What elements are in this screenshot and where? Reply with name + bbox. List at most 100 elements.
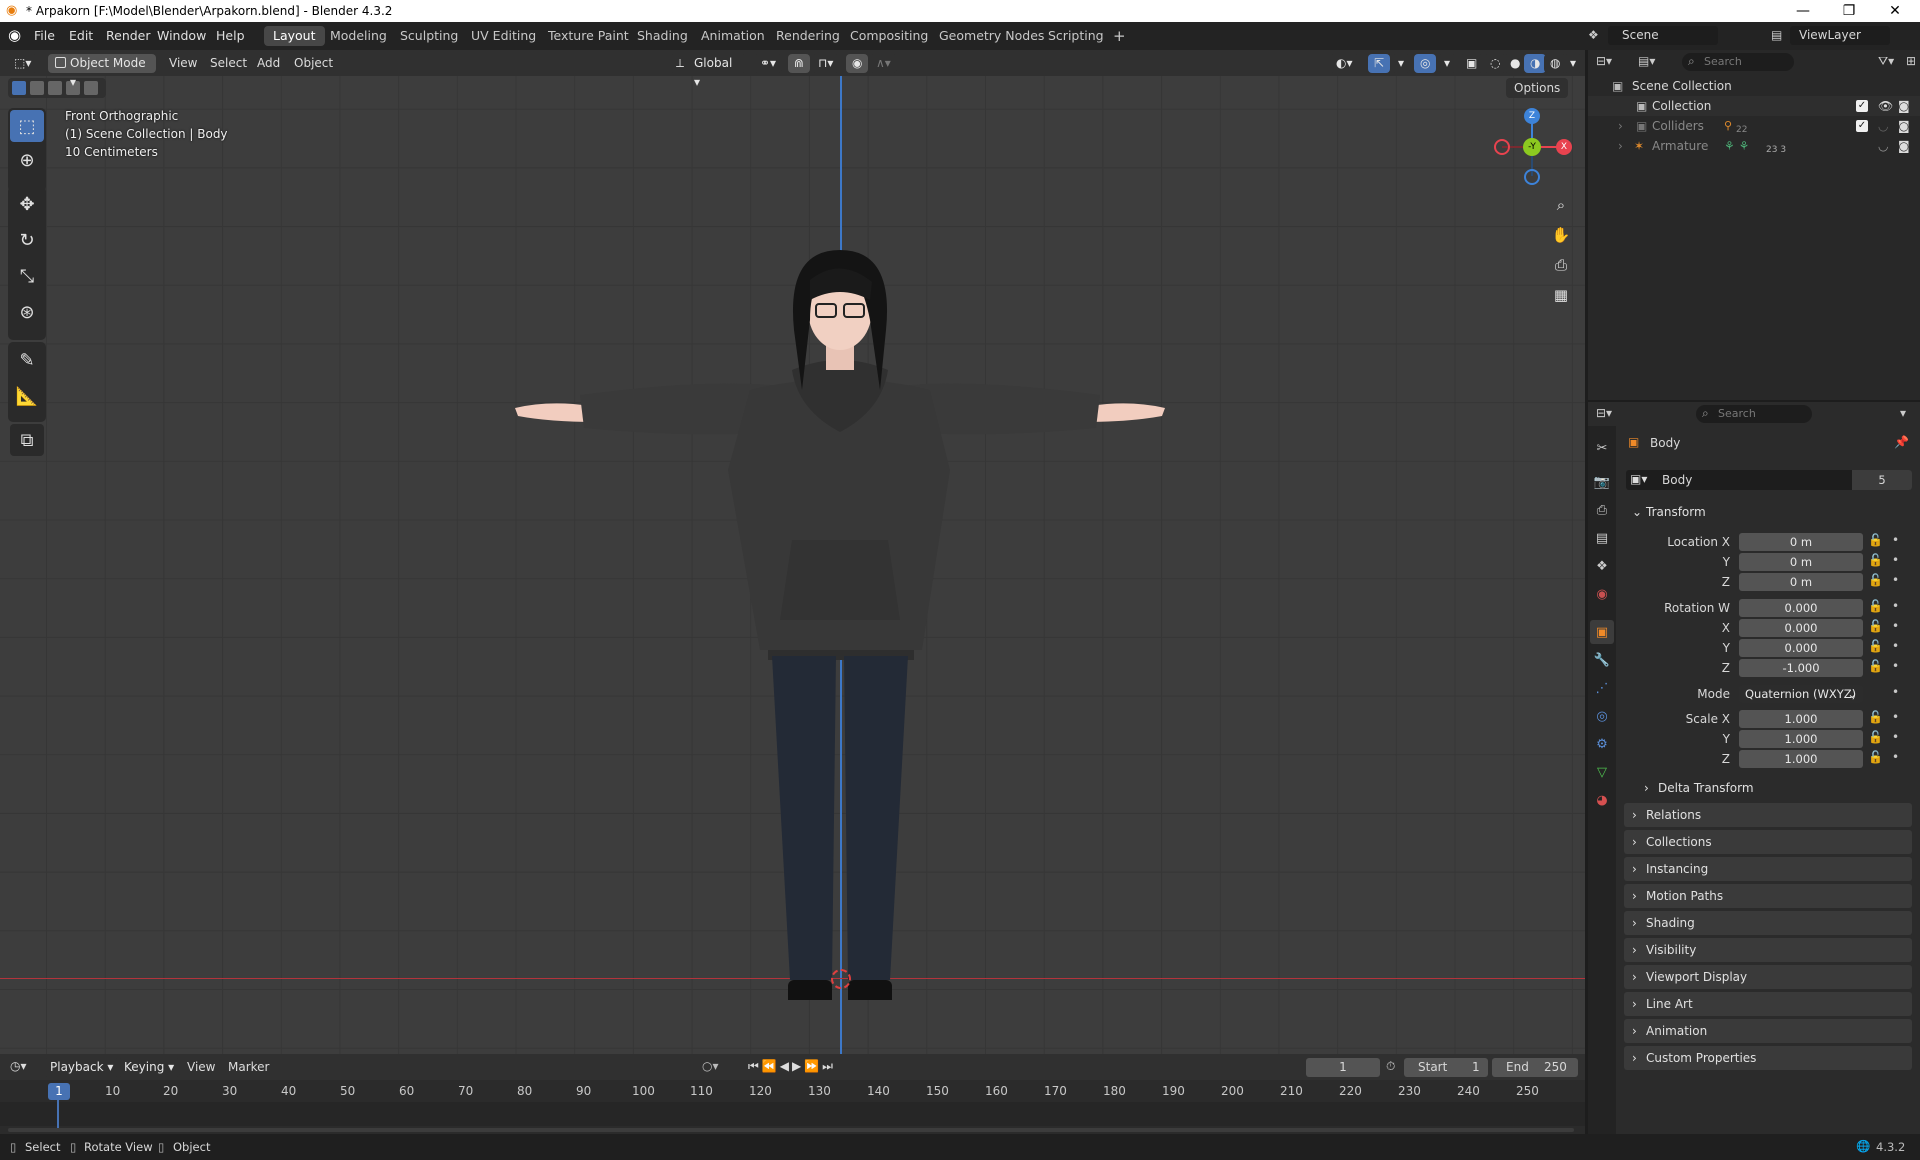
world-tab-icon[interactable]: ◉ [1590,582,1614,606]
eye-closed-icon[interactable]: ◡ [1878,116,1888,136]
viewport-menu-view[interactable]: View [169,56,197,70]
cursor-tool-icon[interactable]: ⊕ [10,144,44,176]
transform-panel-header[interactable]: ⌄ Transform [1624,500,1912,524]
physics-tab-icon[interactable]: ◎ [1590,704,1614,728]
measure-tool-icon[interactable]: 📐 [10,380,44,412]
lock-icon[interactable]: 🔓 [1868,599,1883,613]
render-tab-icon[interactable]: 📷 [1590,470,1614,494]
location-x-field[interactable]: 0 m [1739,533,1863,551]
snap-target-icon[interactable]: ⊓▾ [812,54,840,73]
keyframe-dot-icon[interactable]: • [1892,573,1899,587]
overlay-dropdown-icon[interactable]: ▾ [1438,54,1457,73]
move-tool-icon[interactable]: ✥ [10,188,44,220]
timeline-menu-view[interactable]: View [187,1060,215,1074]
keyframe-dot-icon[interactable]: • [1892,619,1899,633]
blender-menu-icon[interactable]: ◉ [8,26,21,44]
outliner-row-scene-collection[interactable]: ▣ Scene Collection [1588,76,1920,96]
timeline-scrollbar[interactable] [8,1128,1574,1132]
visibility-icon[interactable]: ◐▾ [1330,54,1359,73]
menu-help[interactable]: Help [216,28,245,43]
gizmo-x[interactable]: X [1556,139,1572,155]
gizmo-toggle-icon[interactable]: ⇱ [1368,54,1391,73]
rotation-w-field[interactable]: 0.000 [1739,599,1863,617]
display-mode-icon[interactable]: ▤▾ [1638,54,1655,68]
location-z-field[interactable]: 0 m [1739,573,1863,591]
tab-uv-editing[interactable]: UV Editing [462,26,545,46]
tab-texture-paint[interactable]: Texture Paint [539,26,638,46]
keyframe-dot-icon[interactable]: • [1892,685,1899,699]
3d-viewport[interactable]: Front Orthographic (1) Scene Collection … [0,50,1585,1054]
current-frame-field[interactable]: 1 [1306,1058,1380,1077]
lock-icon[interactable]: 🔓 [1868,533,1883,547]
rotate-tool-icon[interactable]: ↻ [10,224,44,256]
stopwatch-icon[interactable]: ⏱ [1386,1059,1395,1074]
keyframe-dot-icon[interactable]: • [1892,730,1899,744]
menu-window[interactable]: Window [157,28,206,43]
outliner-editor-type-icon[interactable]: ⊟▾ [1596,54,1612,68]
pan-hand-icon[interactable]: ✋ [1548,222,1574,248]
timeline-menu-keying[interactable]: Keying ▾ [118,1058,181,1077]
object-tab-icon[interactable]: ▣ [1590,620,1614,644]
maximize-button[interactable]: ❐ [1826,0,1872,22]
panel-relations[interactable]: › Relations [1624,803,1912,827]
keyframe-dot-icon[interactable]: • [1892,639,1899,653]
select-box-tool-icon[interactable]: ⬚ [10,110,44,142]
keyframe-dot-icon[interactable]: • [1892,553,1899,567]
gizmo-dropdown-icon[interactable]: ▾ [1392,54,1411,73]
select-subtract-icon[interactable] [48,81,62,95]
xray-icon[interactable]: ▣ [1460,54,1484,73]
tab-geometry-nodes[interactable]: Geometry Nodes [930,26,1053,46]
outliner-search-input[interactable]: ⌕ Search [1682,53,1794,71]
shading-dropdown-icon[interactable]: ▾ [1564,54,1583,73]
viewport-menu-select[interactable]: Select [210,56,247,70]
scale-z-field[interactable]: 1.000 [1739,750,1863,768]
exclude-checkbox[interactable]: ✓ [1856,100,1868,112]
add-cube-tool-icon[interactable]: ⧉ [10,424,44,456]
tab-scripting[interactable]: Scripting [1039,26,1113,46]
scale-x-field[interactable]: 1.000 [1739,710,1863,728]
object-datablock-selector[interactable]: ▣▾ Body 5 [1626,470,1912,490]
viewport-menu-add[interactable]: Add [257,56,280,70]
outliner-row-armature[interactable]: › ✶ Armature ⚘ ⚘ 23 3 ◡ ◙ [1588,136,1920,156]
select-intersect-icon[interactable] [84,81,98,95]
keyframe-dot-icon[interactable]: • [1892,599,1899,613]
data-tab-icon[interactable]: ▽ [1590,760,1614,784]
lock-icon[interactable]: 🔓 [1868,710,1883,724]
select-new-icon[interactable] [12,81,26,95]
material-tab-icon[interactable]: ◕ [1590,788,1614,812]
timeline-menu-marker[interactable]: Marker [228,1060,269,1074]
keyframe-dot-icon[interactable]: • [1892,533,1899,547]
panel-visibility[interactable]: › Visibility [1624,938,1912,962]
keyframe-dot-icon[interactable]: • [1892,710,1899,724]
view-layer-tab-icon[interactable]: ▤ [1590,526,1614,550]
view-layer-selector[interactable]: ViewLayer [1790,26,1890,45]
rotation-mode-dropdown[interactable]: Quaternion (WXYZ) ⌄ [1739,685,1863,703]
pivot-icon[interactable]: ⚭▾ [754,54,783,73]
camera-view-icon[interactable]: ⎙ [1548,252,1574,278]
tool-tab-icon[interactable]: ✂ [1590,436,1614,460]
panel-collections[interactable]: › Collections [1624,830,1912,854]
rotation-x-field[interactable]: 0.000 [1739,619,1863,637]
menu-file[interactable]: File [34,28,55,43]
gizmo-neg-y[interactable]: -Y [1523,138,1541,156]
lock-icon[interactable]: 🔓 [1868,659,1883,673]
auto-keying-icon[interactable]: ○▾ [702,1059,719,1073]
constraints-tab-icon[interactable]: ⚙ [1590,732,1614,756]
3d-cursor-icon[interactable] [831,969,851,989]
object-type-icon[interactable]: ▣▾ [1630,472,1647,486]
transform-tool-icon[interactable]: ⊛ [10,296,44,328]
panel-instancing[interactable]: › Instancing [1624,857,1912,881]
location-y-field[interactable]: 0 m [1739,553,1863,571]
gizmo-z[interactable]: Z [1524,108,1540,124]
lock-icon[interactable]: 🔓 [1868,619,1883,633]
modifier-tab-icon[interactable]: 🔧 [1590,648,1614,672]
user-count[interactable]: 5 [1852,470,1912,490]
eye-closed-icon[interactable]: ◡ [1878,136,1888,156]
close-button[interactable]: ✕ [1872,0,1918,22]
options-dropdown[interactable]: Options [1506,78,1569,98]
particles-tab-icon[interactable]: ⋰ [1590,676,1614,700]
panel-custom-properties[interactable]: › Custom Properties [1624,1046,1912,1070]
overlay-toggle-icon[interactable]: ◎ [1414,54,1437,73]
properties-search-input[interactable]: ⌕ Search [1696,405,1812,423]
playback-controls[interactable]: ⏮⏪◀▶⏩⏭ [748,1059,836,1074]
